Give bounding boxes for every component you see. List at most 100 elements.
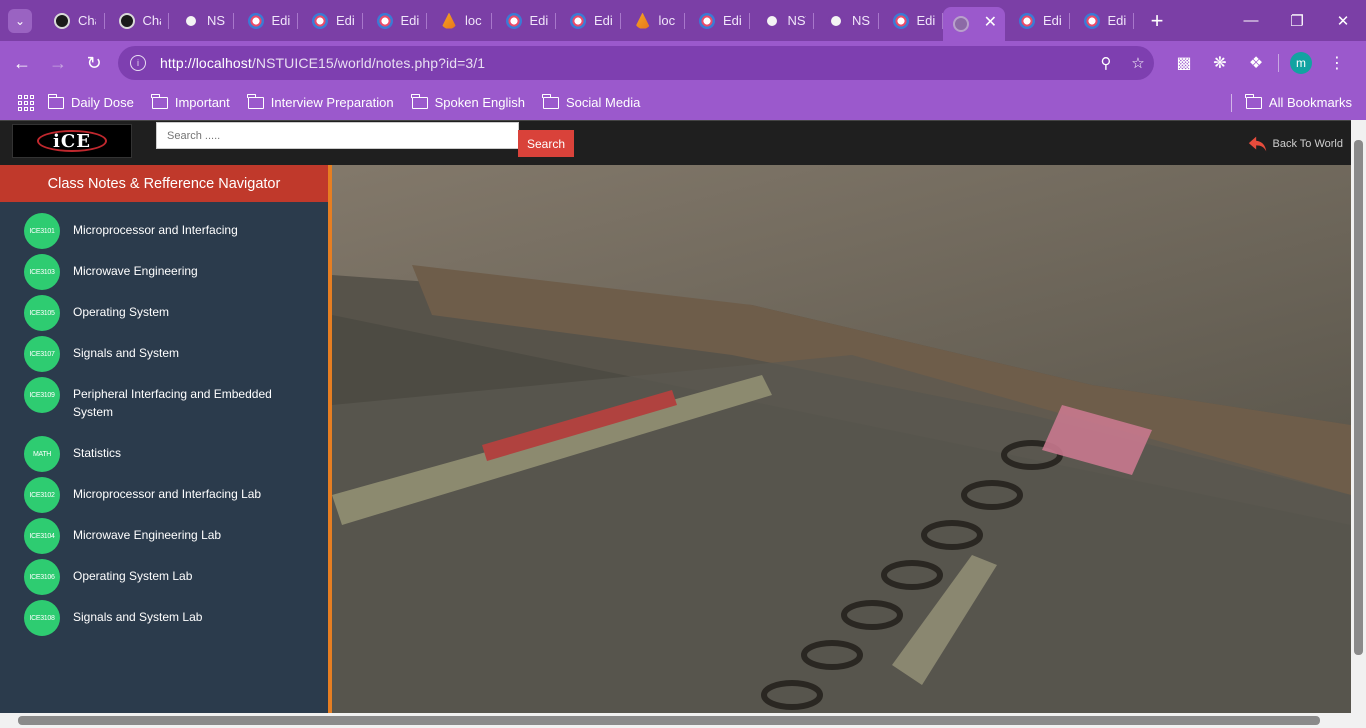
tab-13[interactable]: Edit [879,0,944,41]
tab-list: Cha Cha NST Edit Edit Edit loc Edit Edit loc Edit N… [40,0,1134,41]
apps-icon[interactable] [18,94,34,111]
back-to-world-link[interactable]: Back To World [1247,133,1343,155]
tab-title: loc [658,13,676,28]
tab-16[interactable]: Edit [1070,0,1135,41]
extension-icon[interactable]: ▩ [1166,45,1202,81]
course-item[interactable]: ICE3104 Microwave Engineering Lab [0,517,328,558]
bookmark-label: Daily Dose [71,95,134,110]
tab-15[interactable]: Edit [1005,0,1070,41]
course-code-badge: ICE3107 [24,336,60,372]
menu-icon[interactable]: ⋮ [1319,45,1355,81]
horizontal-scrollbar[interactable] [0,713,1366,728]
course-item[interactable]: ICE3108 Signals and System Lab [0,599,328,640]
tab-3[interactable]: Edit [234,0,299,41]
folder-icon [542,93,559,109]
course-item[interactable]: ICE3103 Microwave Engineering [0,253,328,294]
close-window-icon[interactable]: ✕ [1320,0,1366,41]
search-button[interactable]: Search [518,130,574,157]
edit-icon [1083,12,1100,29]
course-code-badge: MATH [24,436,60,472]
vertical-scrollbar[interactable] [1351,120,1366,713]
course-code-badge: ICE3106 [24,559,60,595]
vertical-scroll-thumb[interactable] [1354,140,1363,655]
course-item[interactable]: ICE3102 Microprocessor and Interfacing La… [0,476,328,517]
course-item[interactable]: MATH Statistics [0,435,328,476]
bookmark-folder[interactable]: Spoken English [411,93,525,110]
bookmark-label: Spoken English [434,95,525,110]
reload-icon[interactable]: ↻ [76,45,112,81]
bookmark-folder[interactable]: Daily Dose [47,93,134,110]
horizontal-scroll-thumb[interactable] [18,716,1320,725]
course-item[interactable]: ICE3107 Signals and System [0,335,328,376]
tab-14[interactable]: ✕ [943,7,1005,41]
tab-title: NST [852,13,870,28]
course-name: Operating System [73,305,170,319]
tab-title: Edit [916,13,935,28]
minimize-icon[interactable]: — [1228,0,1274,41]
tab-6[interactable]: loc [427,0,492,41]
loading-icon [953,16,969,32]
forward-icon[interactable]: → [40,45,76,81]
tab-11[interactable]: NST [750,0,815,41]
course-item[interactable]: ICE3109 Peripheral Interfacing and Embedd… [0,376,328,435]
close-tab-icon[interactable]: ✕ [984,12,997,32]
hero-image [332,165,1351,713]
course-item[interactable]: ICE3105 Operating System [0,294,328,335]
site-info-icon[interactable]: i [130,55,146,71]
course-name: Microprocessor and Interfacing Lab [73,487,262,501]
course-code-badge: ICE3101 [24,213,60,249]
bookmark-folder[interactable]: Interview Preparation [247,93,394,110]
browser-toolbar: ← → ↻ i http://localhost/NSTUICE15/world… [0,41,1366,85]
course-name: Signals and System Lab [73,610,203,624]
course-name: Microprocessor and Interfacing [73,223,238,237]
nst-icon [828,12,844,29]
restore-icon[interactable]: ❐ [1274,0,1320,41]
url-host: http://localhost [160,55,252,71]
folder-icon [247,93,264,109]
zoom-icon[interactable]: ⚲ [1090,54,1122,72]
notes-navigator: Class Notes & Refference Navigator ICE31… [0,165,332,713]
tab-title: Edit [1107,13,1126,28]
tab-title: Edit [1043,13,1061,28]
tab-8[interactable]: Edit [556,0,621,41]
nst-icon [763,12,780,29]
tab-0[interactable]: Cha [40,0,105,41]
edit-icon [376,12,393,29]
logo-text: iCE [53,130,91,152]
edit-icon [892,12,909,29]
tab-1[interactable]: Cha [105,0,170,41]
course-code-badge: ICE3103 [24,254,60,290]
profile-button[interactable]: m [1283,45,1319,81]
tab-7[interactable]: Edit [492,0,557,41]
tab-2[interactable]: NST [169,0,234,41]
tab-10[interactable]: Edit [685,0,750,41]
bookmark-folder[interactable]: Social Media [542,93,640,110]
extensions-puzzle-icon[interactable]: ❖ [1238,45,1274,81]
url-path: /NSTUICE15/world/notes.php?id=3/1 [251,55,486,71]
course-item[interactable]: ICE3101 Microprocessor and Interfacing [0,212,328,253]
folder-icon [47,93,64,109]
bookmark-folder[interactable]: Important [151,93,230,110]
search-input[interactable] [156,122,519,149]
bookmarks-divider [1230,93,1232,112]
site-logo[interactable]: iCE [12,124,132,158]
back-icon[interactable]: ← [4,45,40,81]
tab-9[interactable]: loc [621,0,686,41]
tab-search-icon[interactable]: ⌄ [8,8,32,33]
tab-12[interactable]: NST [814,0,879,41]
course-name: Peripheral Interfacing and Embedded Syst… [73,387,272,419]
edit-icon [247,12,264,29]
all-bookmarks-button[interactable]: All Bookmarks [1230,93,1352,112]
all-bookmarks-label: All Bookmarks [1268,95,1352,110]
new-tab-icon[interactable]: + [1142,8,1172,34]
tab-title: Edit [594,13,612,28]
course-code-badge: ICE3105 [24,295,60,331]
bookmark-star-icon[interactable]: ☆ [1122,54,1154,72]
extension-edit-icon[interactable]: ❋ [1202,45,1238,81]
address-bar[interactable]: i http://localhost/NSTUICE15/world/notes… [118,46,1154,80]
course-item[interactable]: ICE3106 Operating System Lab [0,558,328,599]
tab-5[interactable]: Edit [363,0,428,41]
url-text[interactable]: http://localhost/NSTUICE15/world/notes.p… [160,55,1090,71]
tab-4[interactable]: Edit [298,0,363,41]
back-to-world-label: Back To World [1272,138,1343,150]
